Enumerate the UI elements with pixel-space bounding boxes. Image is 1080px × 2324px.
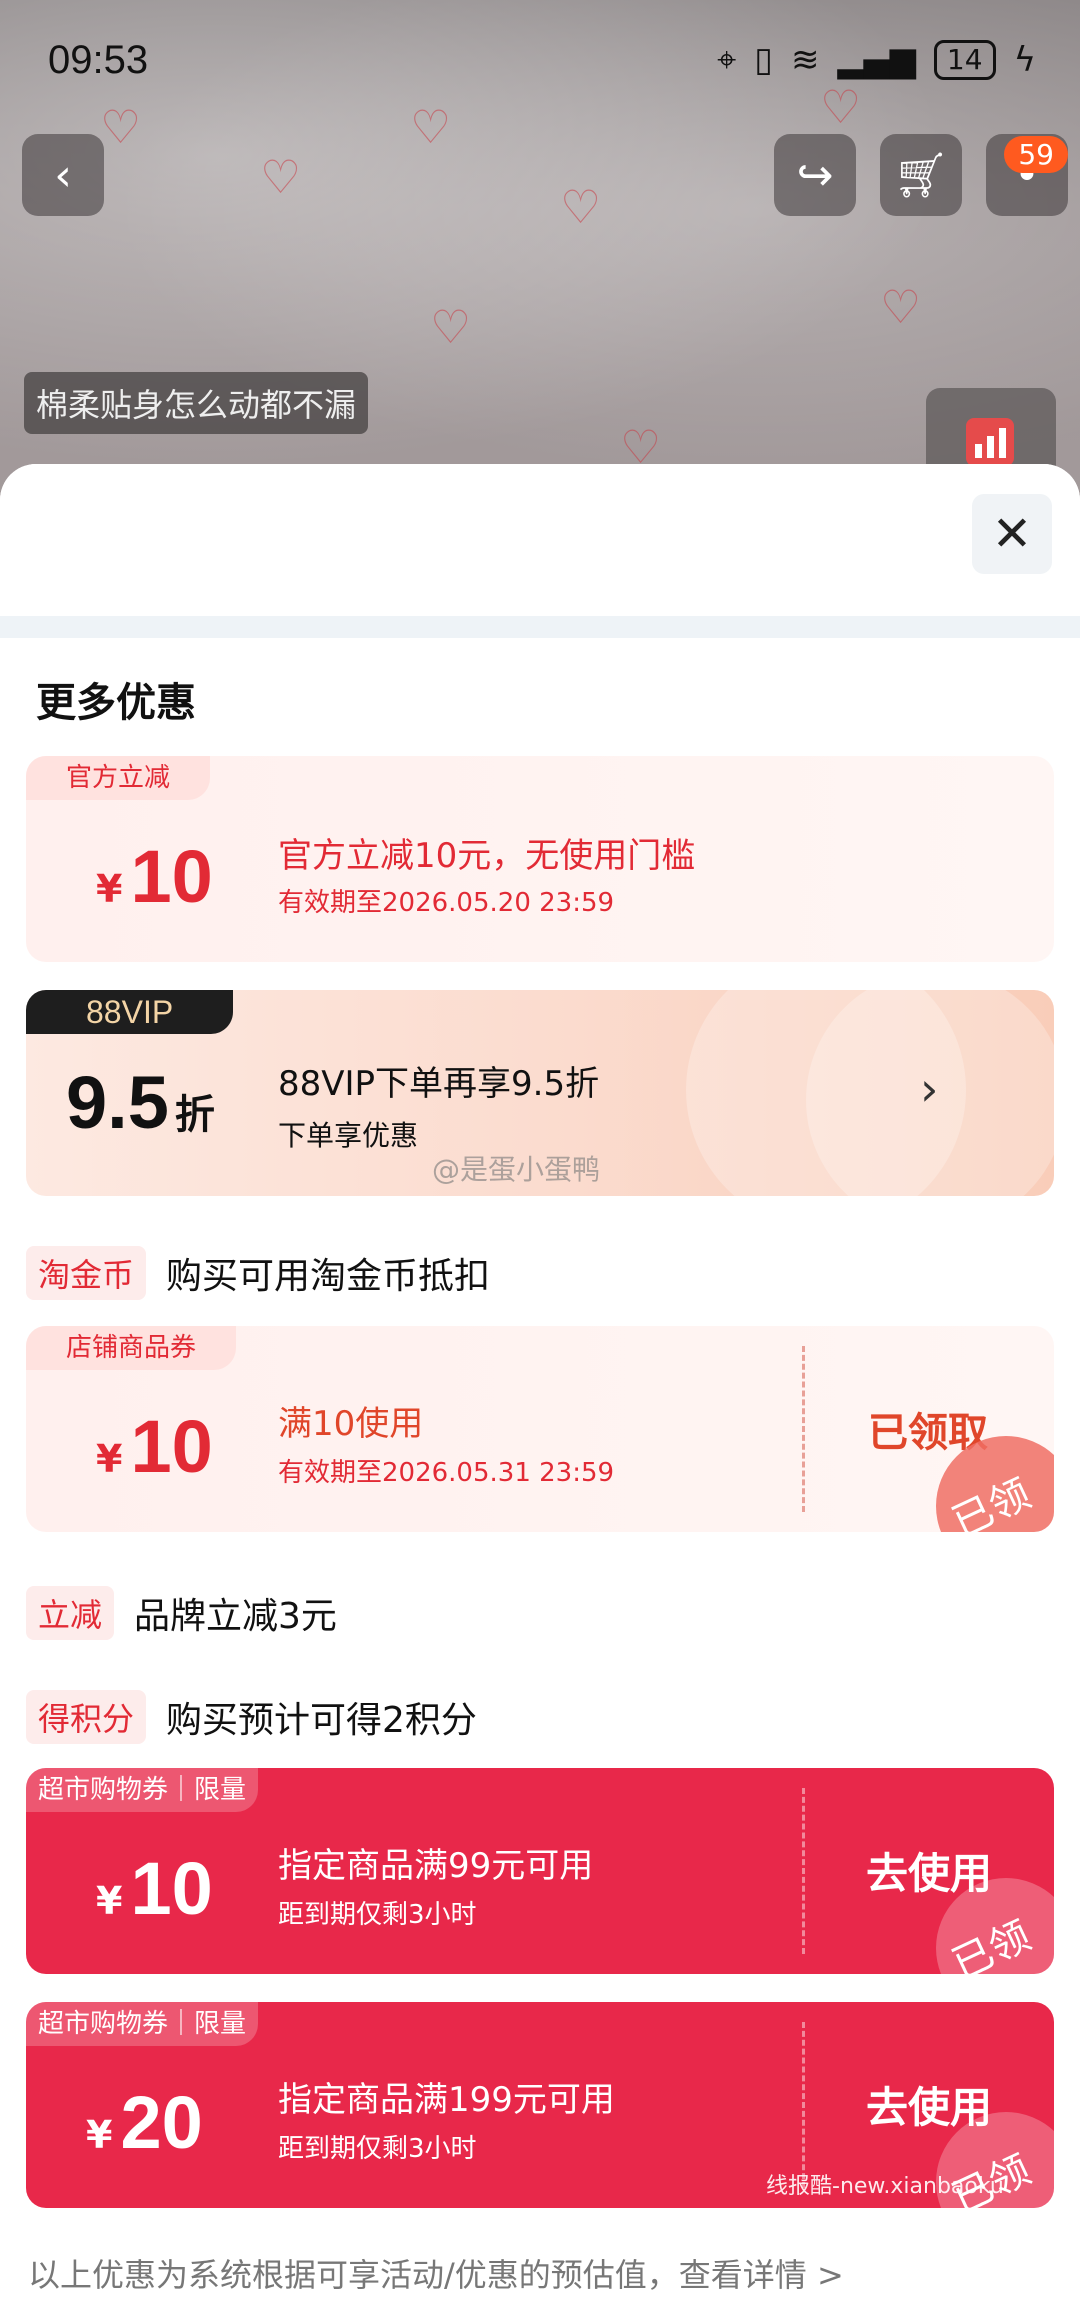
- close-icon: ✕: [991, 506, 1033, 562]
- coupon-validity: 有效期至2026.05.31 23:59: [278, 1458, 615, 1488]
- stamp-text: 已领: [945, 1470, 1038, 1532]
- info-text: 购买预计可得2积分: [166, 1700, 477, 1741]
- coupon-tag: 官方立减: [26, 756, 211, 800]
- taojinbi-row: 淘金币 购买可用淘金币抵扣: [26, 1246, 490, 1300]
- info-text: 购买可用淘金币抵扣: [166, 1256, 491, 1297]
- share-button[interactable]: ↪: [774, 134, 856, 216]
- coupon-amount: 10: [130, 1847, 213, 1930]
- heart-pattern: ♡: [430, 300, 472, 354]
- divider: [0, 616, 1080, 638]
- coupon-title: 指定商品满199元可用: [278, 2080, 615, 2120]
- wifi-icon: ≋: [790, 40, 820, 80]
- coupon-title: 指定商品满99元可用: [278, 1846, 594, 1886]
- info-badge: 立减: [26, 1586, 115, 1640]
- currency-symbol: ¥: [96, 1437, 123, 1481]
- coupon-price: ¥ 10: [96, 1404, 213, 1489]
- info-text: 品牌立减3元: [134, 1596, 337, 1637]
- vip-title: 88VIP下单再享9.5折: [278, 1064, 600, 1104]
- share-icon: ↪: [796, 149, 834, 201]
- currency-symbol: ¥: [96, 1879, 123, 1923]
- coupon-expiry: 距到期仅剩3小时: [278, 2134, 477, 2164]
- discount-disclaimer-link[interactable]: 以上优惠为系统根据可享活动/优惠的预估值，查看详情 >: [28, 2250, 844, 2296]
- status-icons: ⌖ ▯ ≋ ▂▄▆ 14 ϟ: [717, 40, 1036, 80]
- coupon-amount: 20: [120, 2081, 203, 2164]
- discount-unit: 折: [174, 1092, 215, 1138]
- battery-icon: 14: [933, 40, 996, 80]
- info-badge: 得积分: [26, 1690, 147, 1744]
- market-coupon-99[interactable]: 超市购物券｜限量 ¥ 10 指定商品满99元可用 距到期仅剩3小时 去使用 已领: [26, 1768, 1054, 1974]
- cart-icon: 🛒︎: [893, 150, 949, 201]
- close-button[interactable]: ✕: [972, 494, 1052, 574]
- vip-tag: 88VIP: [26, 990, 234, 1034]
- section-title: 更多优惠: [36, 680, 196, 726]
- weibo-watermark: @是蛋小蛋鸭: [432, 1153, 601, 1186]
- signal-icon: ▂▄▆: [837, 40, 916, 80]
- status-bar: 09:53 ⌖ ▯ ≋ ▂▄▆ 14 ϟ: [0, 0, 1080, 130]
- official-discount-coupon[interactable]: 官方立减 ¥ 10 官方立减10元，无使用门槛 有效期至2026.05.20 2…: [26, 756, 1054, 962]
- coupon-divider: [802, 2022, 805, 2188]
- heart-pattern: ♡: [260, 150, 302, 204]
- coupon-amount: 10: [130, 835, 213, 918]
- discount-value: 9.5: [66, 1061, 169, 1144]
- coupon-tag: 超市购物券｜限量: [26, 2002, 259, 2046]
- heart-pattern: ♡: [560, 180, 602, 234]
- vip-subtitle: 下单享优惠: [278, 1119, 419, 1152]
- lijian-row: 立减 品牌立减3元: [26, 1586, 337, 1640]
- currency-symbol: ¥: [86, 2113, 113, 2157]
- sheet-header: [0, 464, 1080, 616]
- heart-pattern: ♡: [880, 280, 922, 334]
- location-icon: ⌖: [717, 40, 737, 80]
- stamp-text: 已领: [945, 1912, 1038, 1974]
- chevron-right-icon: ›: [920, 1062, 939, 1116]
- back-button[interactable]: ‹: [22, 134, 104, 216]
- store-coupon[interactable]: 店铺商品券 ¥ 10 满10使用 有效期至2026.05.31 23:59 已领…: [26, 1326, 1054, 1532]
- coupon-price: ¥ 10: [96, 834, 213, 919]
- coupon-amount: 10: [130, 1405, 213, 1488]
- coupon-price: ¥ 20: [86, 2080, 203, 2165]
- cart-button[interactable]: 🛒︎: [880, 134, 962, 216]
- coupon-validity: 有效期至2026.05.20 23:59: [278, 888, 615, 918]
- cart-count-badge: 59: [1004, 136, 1068, 173]
- coupon-tag: 店铺商品券: [26, 1326, 237, 1370]
- info-badge: 淘金币: [26, 1246, 147, 1300]
- coupon-divider: [802, 1346, 805, 1512]
- site-watermark: 线报酷-new.xianbaoku: [766, 2174, 1004, 2199]
- currency-symbol: ¥: [96, 867, 123, 911]
- charging-icon: ϟ: [1013, 40, 1036, 80]
- points-row: 得积分 购买预计可得2积分: [26, 1690, 477, 1744]
- coupon-title: 官方立减10元，无使用门槛: [278, 836, 696, 876]
- vibrate-icon: ▯: [754, 40, 773, 80]
- coupon-expiry: 距到期仅剩3小时: [278, 1900, 477, 1930]
- coupon-divider: [802, 1788, 805, 1954]
- status-time: 09:53: [48, 38, 149, 82]
- bar-chart-icon: [966, 418, 1014, 466]
- coupon-price: ¥ 10: [96, 1846, 213, 1931]
- image-caption: 棉柔贴身怎么动都不漏: [24, 372, 369, 434]
- coupon-title: 满10使用: [278, 1404, 424, 1444]
- vip-discount: 9.5 折: [66, 1060, 215, 1145]
- chevron-left-icon: ‹: [54, 149, 72, 201]
- coupon-tag: 超市购物券｜限量: [26, 1768, 259, 1812]
